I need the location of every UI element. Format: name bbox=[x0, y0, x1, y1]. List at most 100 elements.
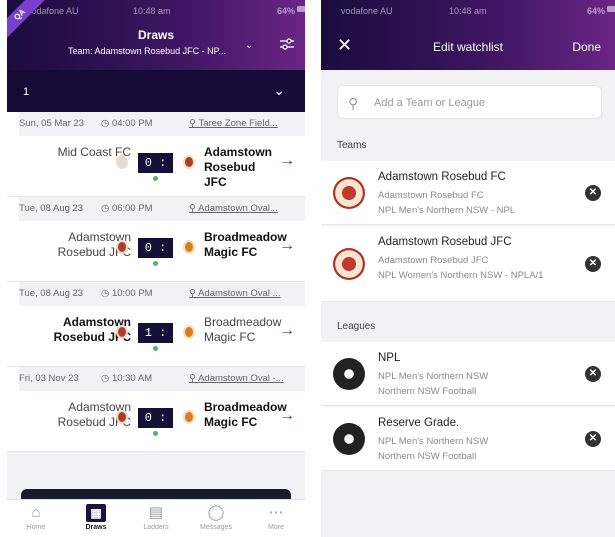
battery-indicator: 64% bbox=[277, 6, 305, 16]
search-input[interactable]: ⚲ Add a Team or League bbox=[337, 85, 602, 119]
away-team-name: Broadmeadow Magic FC bbox=[204, 400, 287, 429]
venue-link[interactable]: ⚲ Taree Zone Field... bbox=[189, 112, 278, 136]
tab-label: More bbox=[268, 524, 284, 531]
tab-label: Home bbox=[26, 524, 46, 531]
location-pin-icon: ⚲ bbox=[189, 373, 196, 384]
away-team-name: Adamstown Rosebud JFC bbox=[204, 145, 273, 189]
clock-icon: ◷ bbox=[101, 288, 110, 299]
fixture-date: Tue, 08 Aug 23 bbox=[19, 203, 84, 214]
remove-icon[interactable]: ✕ bbox=[585, 256, 601, 272]
draws-screen: vodafone AU 10:48 am 64% QA Draws Team: … bbox=[7, 0, 305, 537]
tab-label: Ladders bbox=[143, 524, 169, 531]
item-name: Adamstown Rosebud FC bbox=[378, 171, 506, 183]
status-dot bbox=[153, 261, 158, 266]
away-team-crest-icon bbox=[183, 410, 195, 424]
fixture-card[interactable]: Tue, 08 Aug 23 ◷ 06:00 PM ⚲ Adamstown Oval… bbox=[7, 197, 305, 282]
fixture-time: ◷ 04:00 PM bbox=[101, 118, 153, 129]
status-bar: vodafone AU 10:48 am 64% bbox=[7, 6, 305, 18]
arrow-right-icon[interactable]: → bbox=[279, 152, 295, 170]
item-name: Reserve Grade. bbox=[378, 417, 460, 429]
venue-link[interactable]: ⚲ Adamstown Oval... bbox=[189, 197, 278, 221]
home-team-name: Adamstown Rosebud JFC bbox=[53, 315, 131, 344]
more-icon: ⋯ bbox=[268, 504, 284, 521]
tab-messages[interactable]: ◯ Messages bbox=[191, 504, 241, 531]
clock-icon: ◷ bbox=[101, 373, 110, 384]
teams-heading: Teams bbox=[337, 140, 367, 151]
arrow-right-icon[interactable]: → bbox=[279, 407, 295, 425]
clock-icon: ◷ bbox=[101, 118, 110, 129]
tab-label: Draws bbox=[85, 524, 107, 531]
round-selector[interactable]: 1 ⌄ bbox=[7, 70, 305, 112]
fixture-time: ◷ 06:00 PM bbox=[101, 203, 153, 214]
item-name: NPL bbox=[378, 352, 401, 364]
clock: 10:48 am bbox=[133, 6, 171, 16]
ladder-icon: ▤ bbox=[148, 504, 164, 521]
arrow-right-icon[interactable]: → bbox=[279, 322, 295, 340]
league-logo-icon bbox=[333, 358, 365, 390]
clock: 10:48 am bbox=[449, 6, 487, 16]
clock-icon: ◷ bbox=[101, 203, 110, 214]
battery-indicator: 64% bbox=[587, 6, 615, 16]
league-item[interactable]: NPL NPL Men's Northern NSW Northern NSW Fo… bbox=[321, 342, 615, 406]
fixture-time: ◷ 10:00 PM bbox=[101, 288, 153, 299]
location-pin-icon: ⚲ bbox=[189, 288, 196, 299]
fixture-date: Tue, 08 Aug 23 bbox=[19, 288, 84, 299]
fixture-time: ◷ 10:30 AM bbox=[101, 373, 153, 384]
page-title: Edit watchlist bbox=[432, 40, 504, 54]
status-bar: vodafone AU 10:48 am 64% bbox=[321, 6, 615, 18]
fixture-date: Sun, 05 Mar 23 bbox=[19, 118, 84, 129]
tab-more[interactable]: ⋯ More bbox=[251, 504, 301, 531]
filter-icon[interactable] bbox=[279, 36, 295, 52]
ad-banner[interactable] bbox=[21, 489, 291, 499]
location-pin-icon: ⚲ bbox=[189, 118, 196, 129]
score-box: 0 : 2 bbox=[138, 408, 173, 445]
venue-link[interactable]: ⚲ Adamstown Oval ... bbox=[189, 282, 280, 306]
fixture-card[interactable]: Sun, 05 Mar 23 ◷ 04:00 PM ⚲ Taree Zone Fie… bbox=[7, 112, 305, 197]
tab-label: Messages bbox=[200, 524, 232, 531]
battery-icon bbox=[607, 6, 615, 12]
edit-watchlist-screen: vodafone AU 10:48 am 64% ✕ Edit watchlis… bbox=[321, 0, 615, 537]
chat-icon: ◯ bbox=[207, 504, 225, 521]
league-item[interactable]: Reserve Grade. NPL Men's Northern NSW Nort… bbox=[321, 407, 615, 471]
arrow-right-icon[interactable]: → bbox=[279, 237, 295, 255]
done-button[interactable]: Done bbox=[572, 40, 601, 54]
away-team-crest-icon bbox=[183, 240, 195, 254]
home-team-crest-icon bbox=[116, 240, 128, 254]
club-crest-icon bbox=[333, 248, 365, 280]
search-placeholder: Add a Team or League bbox=[374, 97, 486, 109]
remove-icon[interactable]: ✕ bbox=[585, 366, 601, 382]
team-selector[interactable]: Team: Adamstown Rosebud JFC - NP... bbox=[37, 46, 257, 56]
team-item[interactable]: Adamstown Rosebud FC Adamstown Rosebud FC… bbox=[321, 161, 615, 225]
away-team-name: Broadmeadow Magic FC bbox=[204, 315, 282, 344]
league-logo-icon bbox=[333, 423, 365, 455]
fixture-card[interactable]: Fri, 03 Nov 23 ◷ 10:30 AM ⚲ Adamstown Oval… bbox=[7, 367, 305, 452]
tab-ladders[interactable]: ▤ Ladders bbox=[131, 504, 181, 531]
carrier-label: vodafone AU bbox=[341, 6, 393, 16]
home-icon: ⌂ bbox=[31, 504, 41, 521]
round-label: 1 bbox=[23, 86, 30, 98]
home-team-crest-icon bbox=[116, 155, 128, 169]
venue-link[interactable]: ⚲ Adamstown Oval -... bbox=[189, 367, 284, 391]
team-item[interactable]: Adamstown Rosebud JFC Adamstown Rosebud J… bbox=[321, 226, 615, 302]
chevron-down-icon[interactable]: ⌄ bbox=[245, 40, 253, 51]
location-pin-icon: ⚲ bbox=[189, 203, 196, 214]
fixture-meta: Sun, 05 Mar 23 ◷ 04:00 PM ⚲ Taree Zone Fie… bbox=[19, 112, 305, 136]
tab-bar: ⌂ Home ▦ Draws ▤ Ladders ◯ Messages ⋯ More bbox=[7, 499, 305, 537]
remove-icon[interactable]: ✕ bbox=[585, 431, 601, 447]
leagues-heading: Leagues bbox=[337, 321, 376, 332]
chevron-down-icon: ⌄ bbox=[273, 82, 285, 98]
draws-header: vodafone AU 10:48 am 64% QA Draws Team: … bbox=[7, 0, 305, 70]
item-detail: NPL Men's Northern NSW Northern NSW Footb… bbox=[378, 436, 489, 462]
fixture-date: Fri, 03 Nov 23 bbox=[19, 373, 79, 384]
score-box: 0 : 5 bbox=[138, 153, 173, 190]
fixture-meta: Fri, 03 Nov 23 ◷ 10:30 AM ⚲ Adamstown Oval… bbox=[19, 367, 305, 391]
battery-icon bbox=[297, 6, 305, 12]
away-team-name: Broadmeadow Magic FC bbox=[204, 230, 287, 259]
status-dot bbox=[153, 176, 158, 181]
home-team-name: Adamstown Rosebud JFC bbox=[57, 230, 131, 259]
tab-home[interactable]: ⌂ Home bbox=[11, 504, 61, 531]
fixture-card[interactable]: Tue, 08 Aug 23 ◷ 10:00 PM ⚲ Adamstown Oval… bbox=[7, 282, 305, 367]
tab-draws[interactable]: ▦ Draws bbox=[71, 504, 121, 531]
home-team-name: Mid Coast FC bbox=[57, 145, 131, 159]
remove-icon[interactable]: ✕ bbox=[585, 185, 601, 201]
